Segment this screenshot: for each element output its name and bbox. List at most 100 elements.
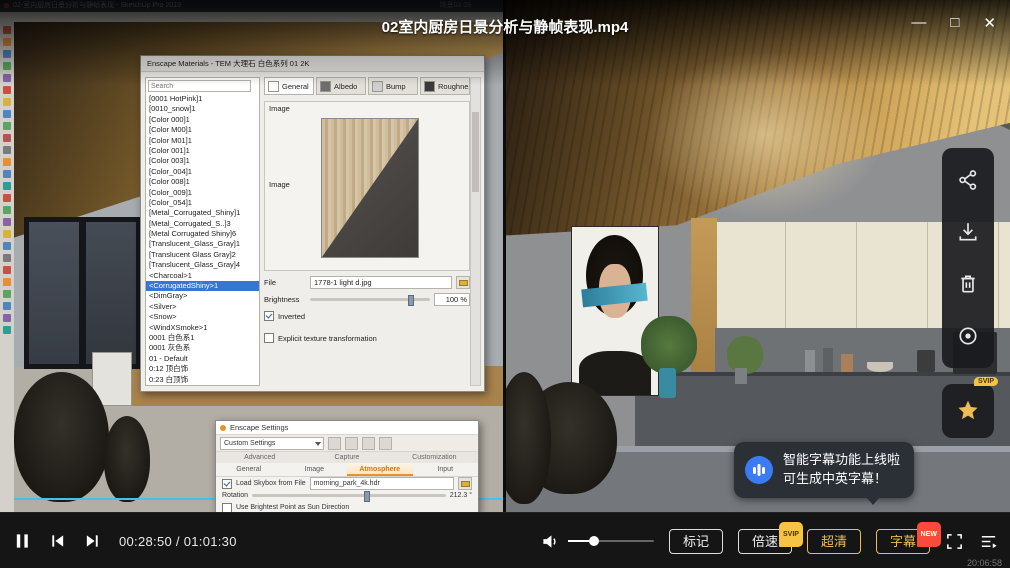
list-item[interactable]: 0001 白色系1 [146,333,259,343]
toolbar-icon[interactable] [3,146,11,154]
share-icon[interactable] [942,154,994,206]
scrollbar-thumb[interactable] [472,112,479,192]
toolbar-icon[interactable] [3,62,11,70]
toolbar-icon[interactable] [3,38,11,46]
list-item[interactable]: 0001 灰色系 [146,343,259,353]
previous-button[interactable] [49,532,66,550]
list-item[interactable]: [Metal Corrugated Shiny]6 [146,229,259,239]
list-item[interactable]: [Metal_Corrugated_S..]3 [146,219,259,229]
search-input[interactable] [148,80,251,92]
brightest-point-checkbox[interactable] [222,502,232,512]
skybox-browse-icon[interactable] [458,477,472,490]
toolbar-icon[interactable] [3,242,11,250]
file-field[interactable]: 1778-1 light d.jpg [310,275,452,289]
tab-customization[interactable]: Customization [391,452,478,463]
rotation-slider-handle[interactable] [364,491,371,502]
list-item[interactable]: <Snow> [146,312,259,322]
list-item[interactable]: [Color 008]1 [146,177,259,187]
toolbar-icon[interactable] [3,314,11,322]
list-item[interactable]: [0001 HotPink]1 [146,94,259,104]
fullscreen-icon[interactable] [945,532,964,551]
list-item[interactable]: 0:37 墙饰 [146,385,259,386]
toolbar-icon[interactable] [3,86,11,94]
list-item[interactable]: [Color M01]1 [146,136,259,146]
skybox-checkbox[interactable] [222,478,232,489]
settings-dialog-title[interactable]: Enscape Settings [216,421,478,435]
reset-preset-icon[interactable] [362,436,375,450]
list-item[interactable]: <Silver> [146,302,259,312]
volume-handle[interactable] [588,536,599,546]
brightness-value[interactable]: 100 % [434,292,470,306]
toolbar-icon[interactable] [3,110,11,118]
toolbar-icon[interactable] [3,278,11,286]
toolbar-icon[interactable] [3,50,11,58]
speed-button[interactable]: 倍速 SVIP [737,521,803,554]
subtitle-button[interactable]: 字幕 NEW [875,521,941,554]
toolbar-icon[interactable] [3,98,11,106]
tab-advanced[interactable]: Advanced [216,452,303,463]
toolbar-icon[interactable] [3,206,11,214]
tab-general-settings[interactable]: General [216,463,282,476]
more-options-icon[interactable] [379,436,392,450]
toolbar-icon[interactable] [3,74,11,82]
tab-atmosphere[interactable]: Atmosphere [347,463,413,476]
list-item[interactable]: [Metal_Corrugated_Shiny]1 [146,208,259,218]
record-icon[interactable] [942,310,994,362]
minimize-button[interactable]: — [911,14,926,32]
toolbar-icon[interactable] [3,290,11,298]
list-item[interactable]: [Translucent_Glass_Gray]4 [146,260,259,270]
toolbar-icon[interactable] [3,122,11,130]
materials-dialog-title[interactable]: Enscape Materials - TEM 大理石 白色系列 01 2K [141,56,484,72]
subtitle-notification[interactable]: 智能字幕功能上线啦 可生成中英字幕！ [733,442,914,505]
brightness-slider-handle[interactable] [408,294,415,306]
tab-roughness[interactable]: Roughness [420,77,470,95]
toolbar-icon[interactable] [3,230,11,238]
list-item[interactable]: 01 - Default [146,354,259,364]
explicit-transform-checkbox[interactable] [264,333,274,343]
list-item[interactable]: <DimGray> [146,291,259,301]
toolbar-icon[interactable] [3,158,11,166]
toolbar-icon[interactable] [3,170,11,178]
save-preset-icon[interactable] [328,436,341,450]
load-preset-icon[interactable] [345,436,358,450]
playlist-icon[interactable] [979,532,998,551]
list-item[interactable]: [Translucent_Glass_Gray]1 [146,239,259,249]
list-item[interactable]: [Translucent Glass Gray]2 [146,250,259,260]
close-button[interactable]: ✕ [983,14,996,32]
tab-bump[interactable]: Bump [368,77,418,95]
tab-input[interactable]: Input [413,463,479,476]
toolbar-icon[interactable] [3,194,11,202]
video-frame[interactable]: 02-室内厨房日景分析与静帧表现 - SketchUp Pro 2019 场景0… [0,0,1010,512]
preset-select[interactable]: Custom Settings [220,436,324,450]
list-item[interactable]: [Color 001]1 [146,146,259,156]
list-item[interactable]: <CorrugatedShiny>1 [146,281,259,292]
toolbar-icon[interactable] [3,182,11,190]
pause-button[interactable] [14,532,31,550]
list-item[interactable]: <Charcoal>1 [146,271,259,281]
tab-capture[interactable]: Capture [303,452,390,463]
toolbar-icon[interactable] [3,266,11,274]
list-item[interactable]: 0:23 白顶饰 [146,375,259,385]
toolbar-icon[interactable] [3,254,11,262]
volume-icon[interactable] [541,532,560,551]
toolbar-icon[interactable] [3,326,11,334]
list-item[interactable]: [Color 003]1 [146,156,259,166]
list-item[interactable]: [Color 000]1 [146,115,259,125]
skybox-file-field[interactable]: morning_park_4k.hdr [309,477,454,490]
download-icon[interactable] [942,206,994,258]
texture-preview[interactable] [321,118,419,258]
tab-albedo[interactable]: Albedo [316,77,366,95]
list-item[interactable]: <WindXSmoke>1 [146,323,259,333]
toolbar-icon[interactable] [3,302,11,310]
tab-general[interactable]: General [264,77,314,95]
rotation-slider[interactable] [252,491,446,502]
list-item[interactable]: 0:12 顶白饰 [146,364,259,374]
toolbar-icon[interactable] [3,134,11,142]
tab-image[interactable]: Image [282,463,348,476]
trash-icon[interactable] [942,258,994,310]
favorite-button[interactable]: SVIP [942,377,998,438]
next-button[interactable] [84,532,101,550]
inverted-checkbox[interactable] [264,311,274,321]
list-item[interactable]: [Color_004]1 [146,167,259,177]
dialog-scrollbar[interactable] [470,77,481,386]
